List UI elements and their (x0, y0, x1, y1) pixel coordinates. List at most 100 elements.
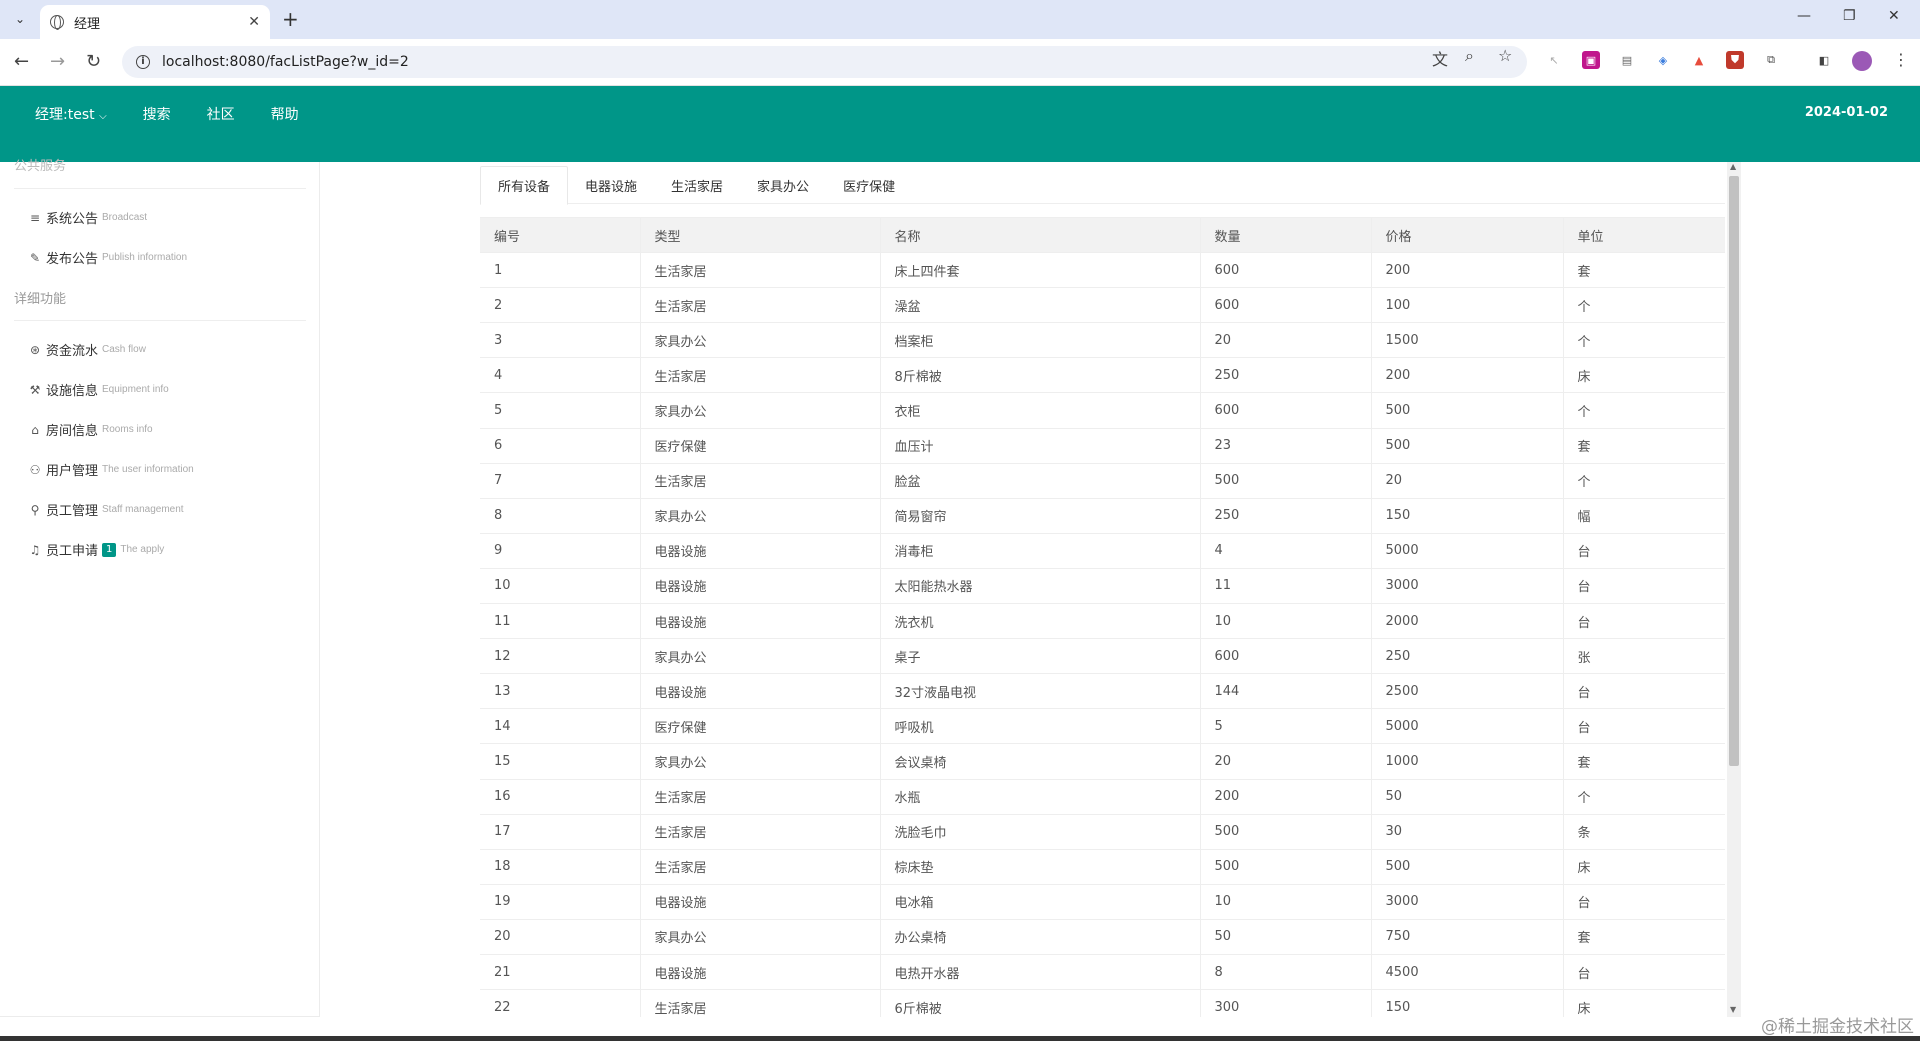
table-row[interactable]: 13 电器设施 32寸液晶电视 144 2500 台 (480, 673, 1725, 710)
forward-icon[interactable]: → (50, 51, 65, 72)
cell-unit: 套 (1562, 427, 1725, 464)
table-row[interactable]: 10 电器设施 太阳能热水器 11 3000 台 (480, 567, 1725, 605)
cell-id: 14 (480, 708, 640, 745)
tab-office-furniture[interactable]: 家具办公 (740, 166, 826, 204)
sidebar-item-apply[interactable]: ♫ 员工申请 1 The apply (28, 540, 164, 559)
site-info-icon[interactable]: i (136, 55, 150, 69)
sidebar-item-equipment[interactable]: ⚒ 设施信息 Equipment info (28, 380, 169, 400)
cell-name: 床上四件套 (879, 252, 1200, 289)
nav-search[interactable]: 搜索 (143, 104, 171, 124)
restore-icon[interactable]: ❐ (1843, 8, 1856, 24)
cell-quantity: 4 (1199, 532, 1371, 569)
cell-unit: 台 (1562, 673, 1725, 710)
cell-quantity: 23 (1199, 427, 1371, 464)
scroll-down-icon[interactable]: ▼ (1730, 1005, 1736, 1014)
app-header: 经理:test ⌵ 搜索 社区 帮助 2024-01-02 (0, 86, 1920, 162)
table-row[interactable]: 8 家具办公 简易窗帘 250 150 幅 (480, 497, 1725, 534)
table-row[interactable]: 6 医疗保健 血压计 23 500 套 (480, 427, 1725, 464)
table-row[interactable]: 7 生活家居 脸盆 500 20 个 (480, 462, 1725, 499)
cell-quantity: 20 (1199, 322, 1371, 359)
table-row[interactable]: 1 生活家居 床上四件套 600 200 套 (480, 252, 1725, 289)
cell-quantity: 5 (1199, 708, 1371, 745)
translate-icon[interactable]: 文 (1432, 46, 1448, 70)
extension-purple-icon[interactable]: ▣ (1582, 51, 1600, 69)
reload-icon[interactable]: ↻ (86, 51, 101, 72)
nav-community[interactable]: 社区 (207, 104, 235, 124)
bookmark-star-icon[interactable]: ☆ (1498, 46, 1512, 65)
table-row[interactable]: 2 生活家居 澡盆 600 100 个 (480, 287, 1725, 324)
extensions-puzzle-icon[interactable]: ⧉ (1762, 51, 1780, 69)
table-row[interactable]: 5 家具办公 衣柜 600 500 个 (480, 392, 1725, 429)
table-row[interactable]: 21 电器设施 电热开水器 8 4500 台 (480, 953, 1725, 991)
minimize-icon[interactable]: — (1797, 8, 1811, 24)
nav-help[interactable]: 帮助 (271, 104, 299, 124)
main-scrollbar[interactable]: ▲ ▼ (1727, 162, 1741, 1017)
cell-price: 150 (1370, 989, 1563, 1017)
category-tabs: 所有设备 电器设施 生活家居 家具办公 医疗保健 (480, 166, 1725, 205)
table-row[interactable]: 22 生活家居 6斤棉被 300 150 床 (480, 989, 1725, 1017)
browser-menu-icon[interactable]: ⋮ (1893, 50, 1909, 69)
browser-tab[interactable]: 经理 ✕ (40, 5, 270, 39)
back-icon[interactable]: ← (14, 51, 29, 72)
tab-medical[interactable]: 医疗保健 (826, 166, 912, 204)
cell-type: 家具办公 (639, 497, 880, 534)
cell-type: 电器设施 (639, 883, 880, 920)
sidebar-item-broadcast[interactable]: ≡ 系统公告 Broadcast (28, 208, 147, 228)
cell-name: 衣柜 (879, 392, 1200, 429)
cell-type: 生活家居 (639, 357, 880, 394)
new-tab-icon[interactable]: + (282, 7, 299, 31)
cell-type: 家具办公 (639, 918, 880, 955)
cell-quantity: 500 (1199, 813, 1371, 850)
sidebar-item-rooms[interactable]: ⌂ 房间信息 Rooms info (28, 420, 152, 440)
sidebar-item-cash-flow[interactable]: ⊛ 资金流水 Cash flow (28, 340, 146, 360)
scroll-up-icon[interactable]: ▲ (1730, 162, 1736, 171)
table-row[interactable]: 20 家具办公 办公桌椅 50 750 套 (480, 918, 1725, 955)
cell-id: 11 (480, 603, 640, 640)
cell-price: 500 (1370, 848, 1563, 885)
table-row[interactable]: 15 家具办公 会议桌椅 20 1000 套 (480, 743, 1725, 780)
tab-electrical[interactable]: 电器设施 (568, 166, 654, 204)
user-menu[interactable]: 经理:test ⌵ (35, 104, 107, 124)
cell-price: 5000 (1370, 708, 1563, 745)
address-bar[interactable]: i localhost:8080/facListPage?w_id=2 (122, 46, 1527, 78)
extension-shield-icon[interactable]: ⛊ (1726, 51, 1744, 69)
tab-search-chevron-icon[interactable]: ⌄ (7, 8, 33, 30)
sidebar-item-publish[interactable]: ✎ 发布公告 Publish information (28, 248, 187, 268)
table-row[interactable]: 19 电器设施 电冰箱 10 3000 台 (480, 883, 1725, 920)
cell-unit: 床 (1562, 989, 1725, 1017)
table-row[interactable]: 17 生活家居 洗脸毛巾 500 30 条 (480, 813, 1725, 850)
extension-triangle-icon[interactable]: ▲ (1690, 51, 1708, 69)
extension-grid-icon[interactable]: ▤ (1618, 51, 1636, 69)
window-close-icon[interactable]: ✕ (1888, 8, 1900, 24)
cell-unit: 个 (1562, 778, 1725, 815)
cell-quantity: 144 (1199, 673, 1371, 710)
cell-quantity: 600 (1199, 252, 1371, 289)
tab-all-equipment[interactable]: 所有设备 (480, 166, 569, 205)
table-row[interactable]: 11 电器设施 洗衣机 10 2000 台 (480, 603, 1725, 640)
table-row[interactable]: 9 电器设施 消毒柜 4 5000 台 (480, 532, 1725, 569)
cell-id: 16 (480, 778, 640, 815)
cell-price: 50 (1370, 778, 1563, 815)
table-row[interactable]: 18 生活家居 棕床垫 500 500 床 (480, 848, 1725, 885)
cell-id: 15 (480, 743, 640, 780)
table-row[interactable]: 3 家具办公 档案柜 20 1500 个 (480, 322, 1725, 359)
table-row[interactable]: 14 医疗保健 呼吸机 5 5000 台 (480, 708, 1725, 745)
cell-price: 150 (1370, 497, 1563, 534)
sidebar-item-staff[interactable]: ⚲ 员工管理 Staff management (28, 500, 184, 520)
sidebar-item-users[interactable]: ⚇ 用户管理 The user information (28, 460, 194, 480)
zoom-icon[interactable]: ⌕ (1465, 46, 1474, 66)
cell-price: 1500 (1370, 322, 1563, 359)
tab-household[interactable]: 生活家居 (654, 166, 740, 204)
close-tab-icon[interactable]: ✕ (248, 14, 260, 30)
profile-avatar[interactable] (1852, 51, 1872, 71)
cell-quantity: 250 (1199, 497, 1371, 534)
scrollbar-thumb[interactable] (1729, 176, 1739, 766)
cell-name: 32寸液晶电视 (879, 673, 1200, 710)
extension-layers-icon[interactable]: ◈ (1654, 51, 1672, 69)
table-row[interactable]: 16 生活家居 水瓶 200 50 个 (480, 778, 1725, 815)
table-row[interactable]: 4 生活家居 8斤棉被 250 200 床 (480, 357, 1725, 394)
extension-cursor-icon[interactable]: ↖ (1545, 51, 1563, 69)
side-panel-icon[interactable]: ◧ (1815, 51, 1833, 69)
table-row[interactable]: 12 家具办公 桌子 600 250 张 (480, 638, 1725, 675)
cell-name: 洗衣机 (879, 603, 1200, 640)
